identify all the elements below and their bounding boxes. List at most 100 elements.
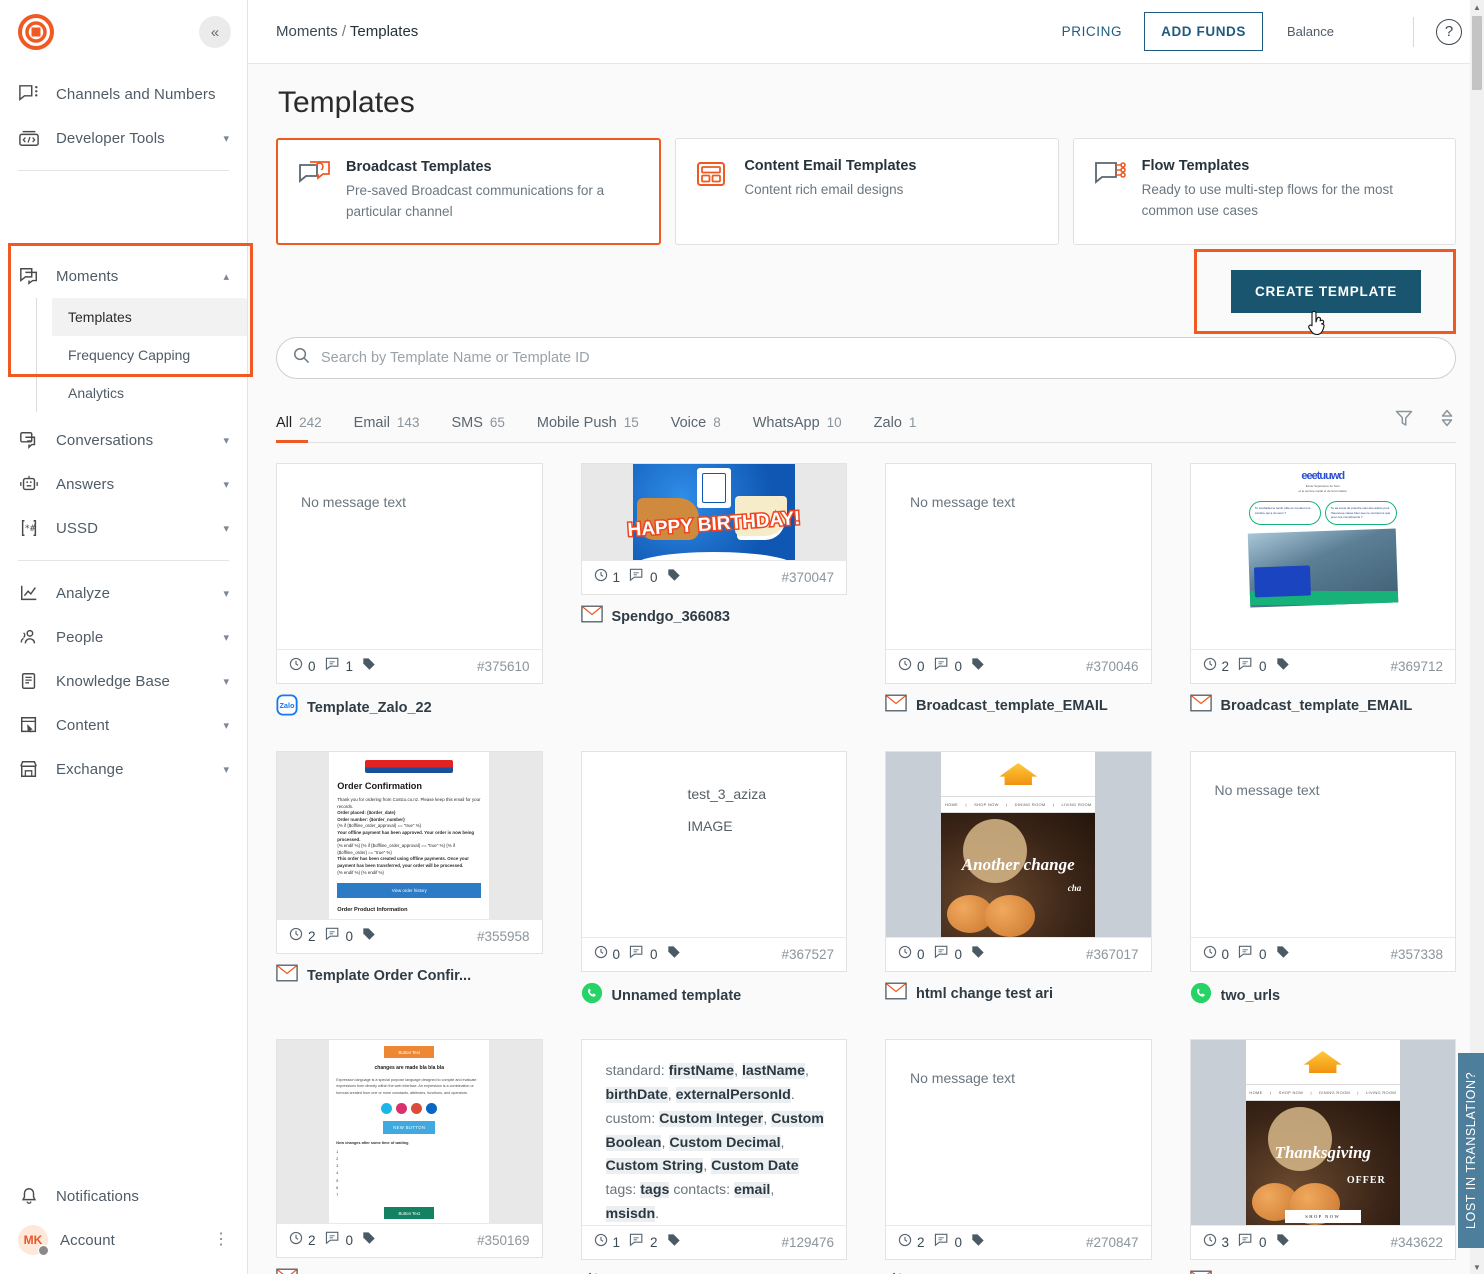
chevron-down-icon: ▾ bbox=[223, 631, 229, 644]
message-icon bbox=[1238, 657, 1254, 676]
preview-nav: HOME | SHOP NOW | DINING ROOM | LIVING ROOM bbox=[1245, 1084, 1400, 1101]
tab-label: Email bbox=[353, 415, 390, 431]
message-count: 0 bbox=[650, 947, 658, 962]
avatar: MK bbox=[18, 1225, 49, 1256]
sidebar-item-content[interactable]: Content ▾ bbox=[0, 703, 247, 747]
scrollbar-thumb[interactable] bbox=[1472, 16, 1482, 90]
sidebar-subitem-label: Analytics bbox=[68, 385, 125, 401]
sidebar-item-knowledge-base[interactable]: Knowledge Base ▾ bbox=[0, 659, 247, 703]
sidebar-item-people[interactable]: People ▾ bbox=[0, 615, 247, 659]
template-name: Spendgo_366083 bbox=[611, 608, 730, 625]
sidebar-item-answers[interactable]: Answers ▾ bbox=[0, 462, 247, 506]
template-footer: 2 0 #355958 bbox=[277, 919, 542, 953]
create-template-highlight: CREATE TEMPLATE bbox=[1194, 248, 1456, 335]
sidebar-item-exchange[interactable]: Exchange ▾ bbox=[0, 747, 247, 791]
template-box: eeetuuwd École Supérieure du Soin et le s… bbox=[1189, 463, 1456, 684]
breadcrumb-parent[interactable]: Moments bbox=[276, 23, 338, 40]
sidebar-item-moments[interactable]: Moments ▴ bbox=[0, 254, 247, 298]
card-description: Ready to use multi-step flows for the mo… bbox=[1141, 182, 1394, 218]
sidebar-item-channels-and-numbers[interactable]: Channels and Numbers bbox=[0, 72, 247, 116]
template-card[interactable]: test_3_aziza IMAGE 0 0 #367527 Unnamed t… bbox=[580, 751, 847, 1009]
add-funds-button[interactable]: ADD FUNDS bbox=[1144, 12, 1263, 51]
preview-list: 1 2 3 4 5 6 7 bbox=[336, 1149, 482, 1199]
template-preview: No message text bbox=[886, 464, 1151, 649]
schedule-count: 0 bbox=[917, 659, 925, 674]
template-card[interactable]: Button Text changes are made bla bla bla… bbox=[276, 1039, 543, 1274]
preview-medical-email: eeetuuwd École Supérieure du Soin et le s… bbox=[1242, 464, 1403, 649]
preview-list-item: 3 bbox=[336, 1164, 339, 1169]
preview-line-1: test_3_aziza bbox=[687, 786, 767, 802]
kebab-menu-icon[interactable]: ⋮ bbox=[213, 1232, 229, 1248]
preview-hero: Thanksgiving OFFER SHOP NOW bbox=[1245, 1101, 1400, 1225]
search-bar[interactable] bbox=[276, 337, 1456, 379]
template-card[interactable]: No message text 0 0 #357338 two_urls bbox=[1189, 751, 1457, 1009]
preview-list-item: 5 bbox=[336, 1178, 339, 1183]
vimeo-icon bbox=[381, 1102, 393, 1114]
template-name-row: two_urls bbox=[1190, 972, 1457, 1009]
template-preview: HOME | SHOP NOW | DINING ROOM | LIVING ROOM… bbox=[886, 752, 1151, 937]
sidebar-item-label: Analyze bbox=[56, 584, 111, 602]
divider bbox=[1413, 16, 1414, 47]
template-box: HOME | SHOP NOW | DINING ROOM | LIVING ROOM… bbox=[1189, 1039, 1456, 1260]
attribute-plain: , bbox=[805, 1063, 809, 1079]
tab-zalo[interactable]: Zalo 1 bbox=[874, 415, 917, 442]
preview-nav-item: DINING ROOM bbox=[1014, 802, 1046, 807]
template-card[interactable]: HAPPY BIRTHDAY! HAPPY BIRTHDAY, {{ expre… bbox=[580, 463, 847, 721]
sidebar-item-notifications[interactable]: Notifications bbox=[0, 1174, 247, 1218]
sidebar-item-ussd[interactable]: *# USSD ▾ bbox=[0, 506, 247, 550]
sidebar-item-analytics[interactable]: Analytics bbox=[52, 374, 247, 412]
template-card[interactable]: Order Confirmation Thank you for orderin… bbox=[276, 751, 543, 1009]
preview-list-item: 2 bbox=[336, 1157, 339, 1162]
template-card[interactable]: No message text 0 0 #370046 Broadcast_te… bbox=[885, 463, 1152, 721]
question-circle-icon[interactable]: ? bbox=[1436, 18, 1462, 45]
template-card[interactable]: eeetuuwd École Supérieure du Soin et le s… bbox=[1189, 463, 1456, 721]
bell-icon bbox=[18, 1185, 44, 1207]
template-card[interactable]: standard: firstName, lastName, birthDate… bbox=[580, 1039, 847, 1274]
template-preview: eeetuuwd École Supérieure du Soin et le s… bbox=[1190, 464, 1455, 649]
sidebar-item-templates[interactable]: Templates bbox=[52, 298, 247, 336]
chat-dots-icon bbox=[18, 83, 44, 105]
template-box: Order Confirmation Thank you for orderin… bbox=[276, 751, 543, 955]
template-box: test_3_aziza IMAGE 0 0 #367527 bbox=[580, 751, 847, 972]
card-content-email-templates[interactable]: Content Email Templates Content rich ema… bbox=[675, 138, 1059, 245]
template-card[interactable]: No message text 0 1 #375610 Zalo Templat… bbox=[276, 463, 543, 721]
template-card[interactable]: HOME | SHOP NOW | DINING ROOM | LIVING ROOM… bbox=[885, 751, 1152, 1009]
tab-all[interactable]: All 242 bbox=[276, 415, 322, 443]
filter-funnel-icon[interactable] bbox=[1394, 408, 1414, 433]
card-flow-templates[interactable]: Flow Templates Ready to use multi-step f… bbox=[1072, 138, 1456, 245]
template-card[interactable]: No message text 2 0 #270847 bbox=[885, 1039, 1152, 1274]
sidebar-item-developer-tools[interactable]: Developer Tools ▾ bbox=[0, 116, 247, 160]
caret-down-icon[interactable]: ▼ bbox=[1470, 1260, 1484, 1274]
tag-icon bbox=[362, 657, 376, 676]
app-root: « Channels and Numbers Developer Tools ▾ bbox=[0, 0, 1484, 1274]
sidebar-item-analyze[interactable]: Analyze ▾ bbox=[0, 571, 247, 615]
pricing-link[interactable]: PRICING bbox=[1062, 24, 1122, 39]
tab-email[interactable]: Email 143 bbox=[354, 415, 420, 442]
double-chevron-left-icon[interactable]: « bbox=[199, 16, 231, 48]
attribute-plain: , bbox=[667, 1086, 676, 1103]
sidebar-item-frequency-capping[interactable]: Frequency Capping bbox=[52, 336, 247, 374]
create-template-button[interactable]: CREATE TEMPLATE bbox=[1231, 269, 1421, 313]
sidebar-item-account[interactable]: MK Account ⋮ bbox=[0, 1218, 247, 1262]
chevron-down-icon: ▾ bbox=[223, 587, 229, 600]
tab-whatsapp[interactable]: WhatsApp 10 bbox=[753, 415, 842, 442]
sort-updown-icon[interactable] bbox=[1438, 408, 1456, 433]
caret-up-icon[interactable]: ▲ bbox=[1470, 0, 1484, 14]
card-broadcast-templates[interactable]: Broadcast Templates Pre-saved Broadcast … bbox=[276, 138, 662, 245]
preview-nav-item: LIVING ROOM bbox=[1366, 1090, 1397, 1095]
tab-voice[interactable]: Voice 8 bbox=[671, 415, 721, 442]
lost-in-translation-tab[interactable]: LOST IN TRANSLATION? bbox=[1458, 1053, 1484, 1248]
preview-button-1: Button Text bbox=[384, 1046, 435, 1058]
template-name-row: Test bbox=[885, 1260, 1152, 1274]
infobip-target-logo-icon[interactable] bbox=[16, 12, 56, 52]
attribute-chip: Custom Date bbox=[711, 1158, 799, 1175]
search-input[interactable] bbox=[321, 350, 1439, 366]
tab-mobile-push[interactable]: Mobile Push 15 bbox=[537, 415, 639, 442]
chevron-up-icon: ▴ bbox=[223, 270, 229, 283]
sidebar-item-conversations[interactable]: Conversations ▾ bbox=[0, 418, 247, 462]
email-icon bbox=[276, 964, 298, 987]
sidebar-divider bbox=[18, 170, 229, 171]
tab-sms[interactable]: SMS 65 bbox=[451, 415, 504, 442]
template-card[interactable]: HOME | SHOP NOW | DINING ROOM | LIVING ROOM… bbox=[1189, 1039, 1456, 1274]
preview-thanksgiving-email: HOME | SHOP NOW | DINING ROOM | LIVING ROOM… bbox=[1245, 1040, 1400, 1225]
